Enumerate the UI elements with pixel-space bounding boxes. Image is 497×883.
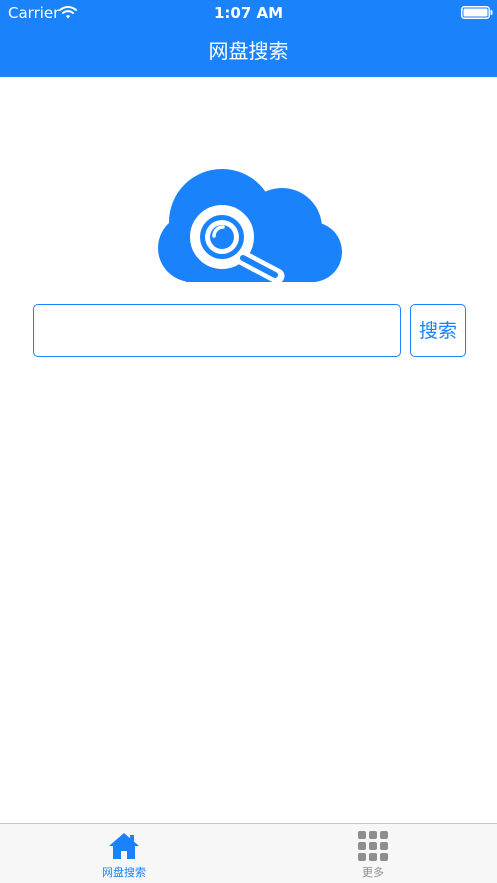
- battery-icon: [461, 6, 493, 19]
- page-title: 网盘搜索: [208, 39, 289, 63]
- tab-netdisk-search[interactable]: 网盘搜索: [64, 824, 184, 883]
- search-input[interactable]: [33, 304, 401, 357]
- tab-more[interactable]: 更多: [313, 824, 433, 883]
- status-bar: Carrier 1:07 AM: [0, 0, 497, 26]
- tab-more-label: 更多: [362, 866, 384, 879]
- home-icon: [109, 833, 139, 859]
- cloud-search-icon: [158, 169, 342, 282]
- tab-netdisk-search-label: 网盘搜索: [102, 866, 146, 879]
- grid-icon: [358, 831, 388, 861]
- tab-bar: 网盘搜索 更多: [0, 823, 497, 883]
- status-time: 1:07 AM: [213, 4, 284, 22]
- search-button[interactable]: 搜索: [410, 304, 466, 357]
- top-bar: Carrier 1:07 AM 网盘搜索: [0, 0, 497, 77]
- app-screen: Carrier 1:07 AM 网盘搜索 搜索 网盘搜索 更多: [0, 0, 497, 883]
